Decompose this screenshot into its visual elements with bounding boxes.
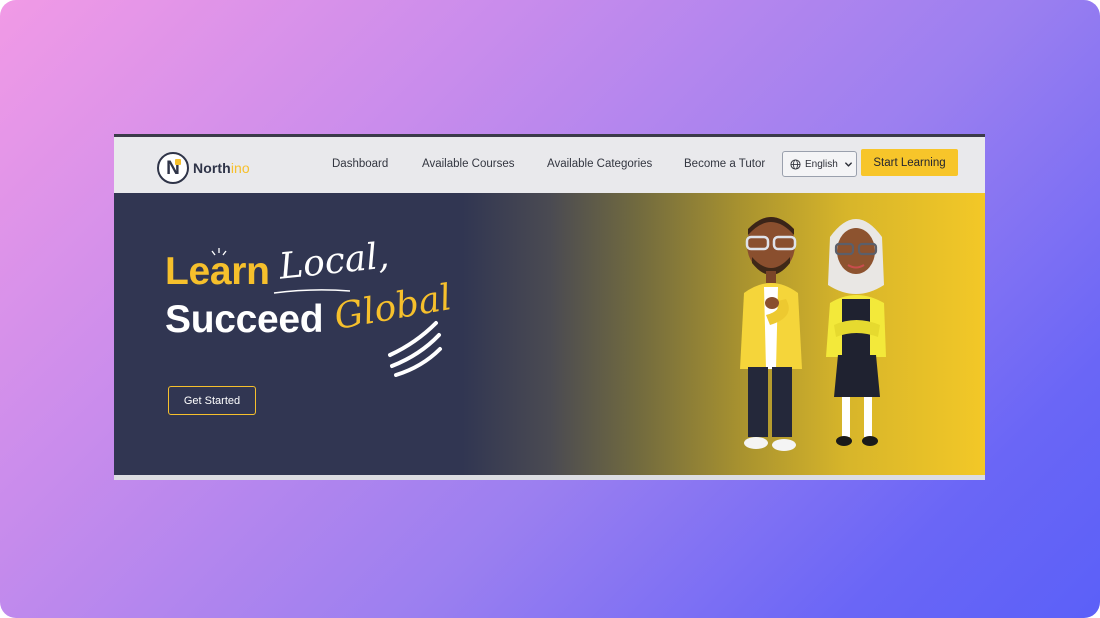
avatar-characters-illustration: [740, 217, 886, 451]
brand-name-accent: ino: [230, 160, 250, 176]
brand-name-main: North: [193, 160, 231, 176]
logo-icon: N: [157, 152, 189, 184]
website-screenshot: N Northino Dashboard Available Courses A…: [114, 134, 985, 480]
male-avatar: [740, 217, 802, 451]
nav-link-become-a-tutor[interactable]: Become a Tutor: [684, 158, 765, 170]
swoosh-decoration: [388, 321, 442, 377]
globe-icon: [790, 158, 801, 170]
hero-banner: Learn Local, Succeed Global Get Started: [114, 193, 985, 475]
navbar: N Northino Dashboard Available Courses A…: [114, 137, 985, 193]
nav-link-available-courses[interactable]: Available Courses: [422, 158, 514, 170]
chevron-down-icon: [844, 161, 852, 167]
hero-title-learn: Learn: [165, 250, 270, 293]
brand-logo-link[interactable]: N Northino: [157, 152, 250, 184]
hero-script-local: Local,: [277, 235, 392, 288]
language-selector[interactable]: English: [782, 151, 857, 177]
logo-accent-dot: [175, 159, 181, 165]
hero-bottom-edge: [114, 475, 985, 480]
nav-link-available-categories[interactable]: Available Categories: [547, 158, 652, 170]
female-avatar: [826, 219, 886, 446]
start-learning-button[interactable]: Start Learning: [861, 149, 958, 176]
background-frame: N Northino Dashboard Available Courses A…: [0, 0, 1100, 618]
hero-title-succeed: Succeed: [165, 298, 324, 341]
get-started-button[interactable]: Get Started: [168, 386, 256, 415]
language-label: English: [805, 158, 838, 170]
nav-link-dashboard[interactable]: Dashboard: [332, 158, 388, 170]
brand-name: Northino: [193, 160, 250, 176]
